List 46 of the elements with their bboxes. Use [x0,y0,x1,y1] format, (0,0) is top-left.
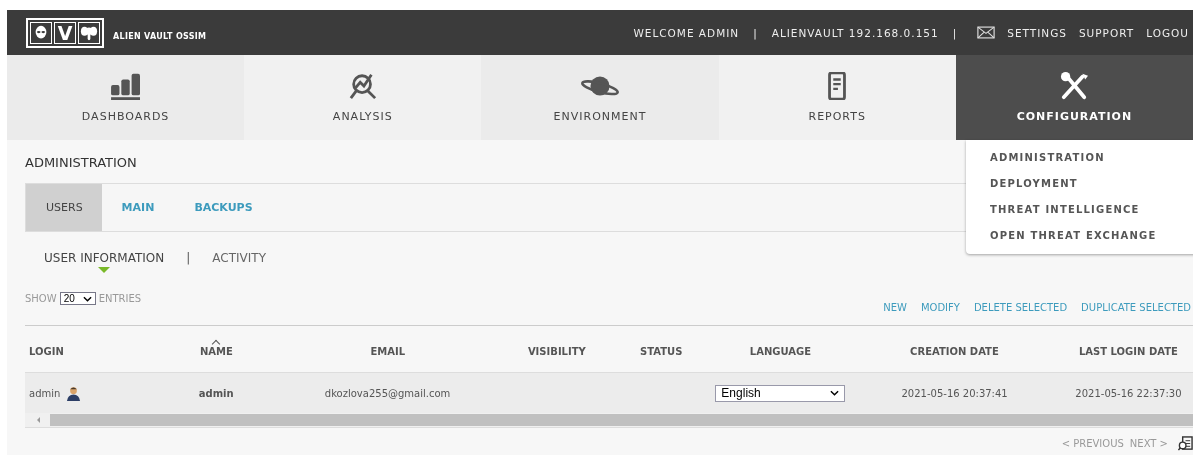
column-header[interactable]: LOGIN [25,341,165,357]
section-title: ADMINISTRATION [25,154,137,172]
subtab[interactable]: ACTIVITY [212,251,266,273]
tab[interactable]: USERS [26,184,102,231]
column-header[interactable]: LANGUAGE [715,341,846,357]
mail-icon[interactable] [977,26,996,39]
show-label: SHOW [25,293,57,304]
table-cell-text: dkozlova255@gmail.com [323,387,452,399]
logo-drawing: V [26,17,104,48]
table-cell: admin [29,387,61,399]
table-cell-text: 2021-05-16 20:37:41 [900,387,1009,399]
column-header[interactable]: EMAIL [268,341,508,357]
user-icon [66,385,82,401]
language-select[interactable]: English [715,384,846,402]
top-text: WELCOME ADMIN [633,26,740,39]
top-link[interactable]: LOGOU [1146,26,1189,39]
menu-item[interactable]: DEPLOYMENT [966,171,1193,197]
column-header[interactable]: STATUS [606,341,716,357]
menu-item[interactable]: THREAT INTELLIGENCE [966,197,1193,223]
table-cell-text: admin [197,387,235,399]
column-header[interactable]: CREATION DATE [845,341,1064,357]
menu-item[interactable]: ADMINISTRATION [966,145,1193,171]
entries-select[interactable]: 20 [59,292,96,305]
column-header[interactable]: NAME [164,341,269,357]
nav-tab[interactable]: ANALYSIS [244,55,482,140]
brand-name: ALIEN VAULT OSSIM [113,32,207,41]
top-link[interactable]: SETTINGS [1007,26,1067,39]
chevron-icon [82,295,92,302]
column-selector-icon[interactable] [1178,436,1193,451]
column-header[interactable]: VISIBILITY [507,341,607,357]
column-header[interactable]: LAST LOGIN DATE [1063,341,1193,357]
subtab[interactable]: USER INFORMATION [44,251,165,273]
nav-tab[interactable]: DASHBOARDS [7,55,245,140]
top-link[interactable]: SUPPORT [1078,26,1135,39]
nav-tab[interactable]: ENVIRONMENT [481,55,719,140]
nav-tab[interactable]: REPORTS [718,55,956,140]
scrollbar[interactable] [25,413,1193,428]
nav-tab[interactable]: CONFIGURATION [955,55,1193,140]
chevron-icon [830,390,840,396]
entries-label: ENTRIES [98,293,142,304]
separator: | [952,26,958,39]
menu-item[interactable]: OPEN THREAT EXCHANGE [966,223,1193,249]
separator: | [186,251,191,265]
separator: | [753,26,758,39]
table-cell-text: 2021-05-16 22:37:30 [1074,387,1183,399]
top-text: ALIENVAULT 192.168.0.151 [771,26,939,39]
